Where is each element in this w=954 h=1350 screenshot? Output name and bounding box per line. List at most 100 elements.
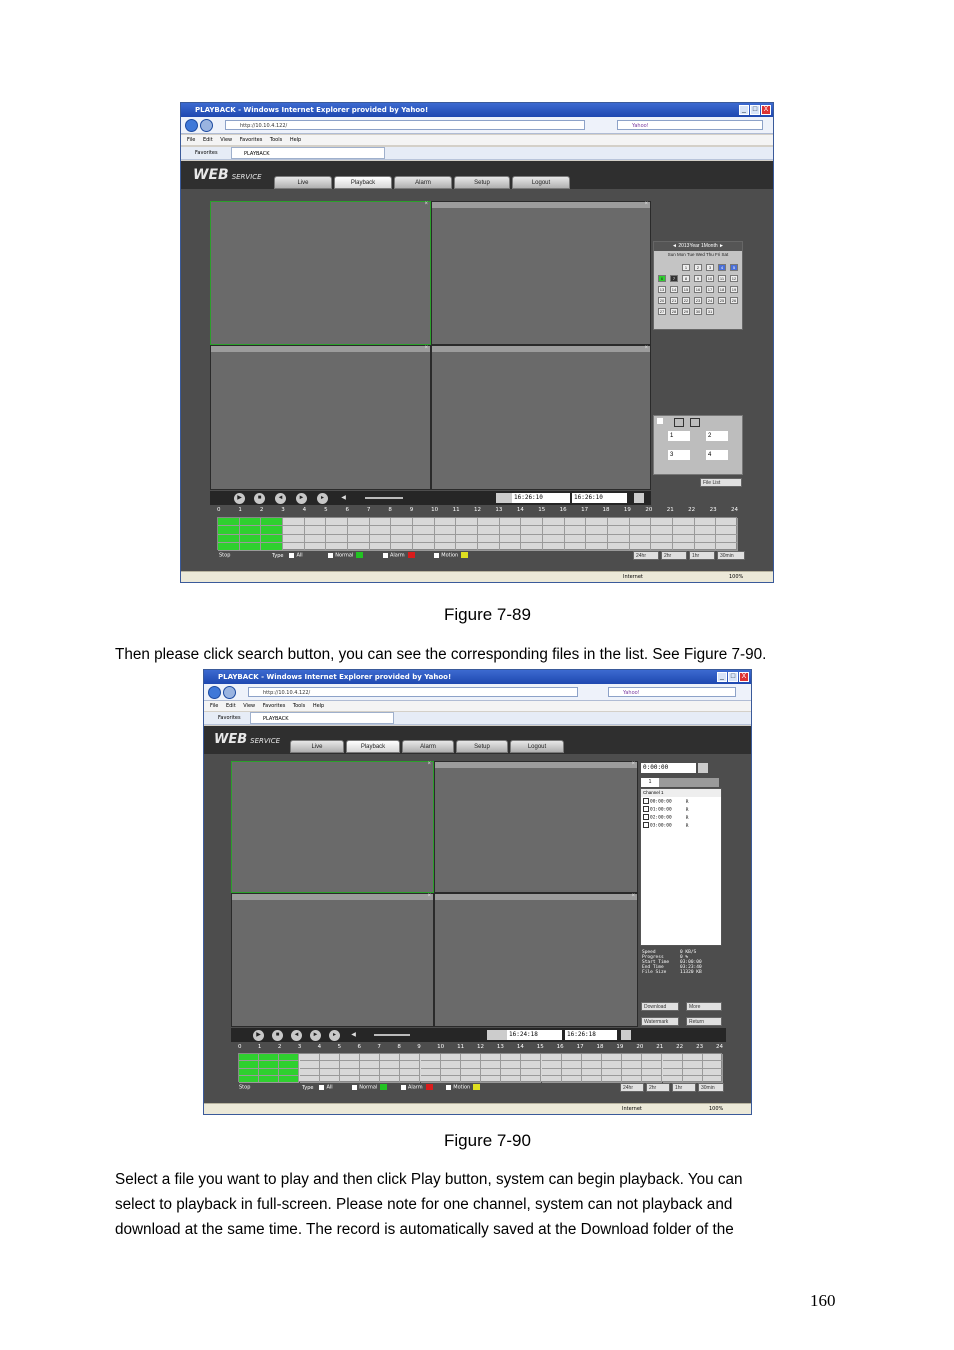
timeline-cell[interactable] [499, 542, 522, 551]
timeline-cell[interactable] [360, 1068, 381, 1076]
timeline-cell[interactable] [259, 1061, 280, 1069]
timeline-cell[interactable] [279, 1061, 300, 1069]
timeline-cell[interactable] [380, 1061, 401, 1069]
timeline-cell[interactable] [662, 1054, 683, 1062]
video-pane-1[interactable]: × [210, 201, 431, 345]
timeline-cell[interactable] [682, 1068, 703, 1076]
timeline-cell[interactable] [521, 518, 543, 527]
calendar-day[interactable]: 21 [670, 297, 678, 304]
timeline-cell[interactable] [239, 542, 262, 551]
timeline-cell[interactable] [413, 526, 435, 535]
end-time-input[interactable]: 16:26:18 [565, 1030, 617, 1040]
timeline-cell[interactable] [561, 1054, 582, 1062]
timeline-cell[interactable] [501, 1068, 522, 1076]
timeline-cell[interactable] [694, 526, 717, 535]
timeline-cell[interactable] [543, 526, 565, 535]
calendar-day[interactable]: 26 [730, 297, 738, 304]
timeline-cell[interactable] [651, 526, 673, 535]
calendar-day[interactable]: 28 [670, 308, 678, 315]
save-icon[interactable] [634, 493, 644, 503]
menu-item[interactable]: Favorites [240, 137, 263, 143]
menu-item[interactable]: View [243, 703, 255, 709]
timeline-cell[interactable] [608, 518, 630, 527]
timeline-cell[interactable] [456, 534, 478, 543]
video-pane-2[interactable]: × [431, 201, 651, 345]
timeline-cell[interactable] [413, 518, 435, 527]
timeline-cell[interactable] [413, 534, 435, 543]
calendar-day[interactable]: 13 [658, 286, 666, 293]
timeline-cell[interactable] [413, 542, 435, 551]
maximize-icon[interactable]: □ [728, 672, 738, 682]
timeline-cell[interactable] [682, 1054, 703, 1062]
file-list-button[interactable]: File List [700, 478, 742, 487]
menu-item[interactable]: Edit [203, 137, 213, 143]
slow-icon[interactable]: ◄ [291, 1030, 302, 1041]
timeline-cell[interactable] [460, 1075, 481, 1083]
timeline-cell[interactable] [369, 526, 392, 535]
timeline-cell[interactable] [279, 1068, 300, 1076]
next-frame-icon[interactable]: ▸ [317, 493, 328, 504]
timeline-cell[interactable] [541, 1075, 562, 1083]
timeline-cell[interactable] [261, 518, 283, 527]
timeline-cell[interactable] [391, 518, 413, 527]
channel-select-1[interactable]: 1 [668, 431, 690, 441]
timeline-cell[interactable] [380, 1068, 401, 1076]
calendar-day[interactable]: 15 [682, 286, 690, 293]
video-pane-4[interactable]: × [434, 893, 638, 1027]
url-input[interactable]: http://10.10.4.122/ [225, 120, 585, 130]
timeline-cell[interactable] [651, 542, 673, 551]
timeline-cell[interactable] [662, 1068, 683, 1076]
timeline-cell[interactable] [456, 518, 478, 527]
timeline-cell[interactable] [348, 534, 370, 543]
timeline-cell[interactable] [339, 1054, 360, 1062]
timeline-cell[interactable] [440, 1068, 461, 1076]
timeline-cell[interactable] [420, 1061, 441, 1069]
timeline-cell[interactable] [239, 1061, 260, 1069]
timeline-cell[interactable] [662, 1075, 683, 1083]
tab-setup[interactable]: Setup [456, 740, 508, 753]
tab-playback[interactable]: Playback [334, 176, 392, 189]
volume-slider[interactable] [365, 497, 403, 499]
timeline-cell[interactable] [622, 1068, 643, 1076]
start-time-input[interactable]: 16:24:18 [507, 1030, 562, 1040]
calendar-day[interactable]: 16 [694, 286, 702, 293]
close-icon[interactable]: × [631, 761, 635, 767]
timeline-cell[interactable] [673, 534, 695, 543]
play-icon[interactable]: ▶ [234, 493, 245, 504]
timeline-cell[interactable] [460, 1068, 481, 1076]
timeline-cell[interactable] [326, 526, 348, 535]
timeline-cell[interactable] [304, 534, 327, 543]
calendar-day[interactable]: 31 [706, 308, 714, 315]
calendar-day[interactable]: 24 [706, 297, 714, 304]
tab-logout[interactable]: Logout [512, 176, 570, 189]
timeline-cell[interactable] [702, 1061, 723, 1069]
motion-checkbox[interactable] [446, 1084, 452, 1090]
calendar-day[interactable]: 20 [658, 297, 666, 304]
zoom-24hr-button[interactable]: 24hr [620, 1083, 644, 1092]
timeline-cell[interactable] [420, 1075, 441, 1083]
timeline-cell[interactable] [299, 1054, 320, 1062]
close-icon[interactable]: × [631, 893, 635, 899]
tab-alarm[interactable]: Alarm [394, 176, 452, 189]
timeline-cell[interactable] [629, 542, 652, 551]
timeline-cell[interactable] [602, 1075, 623, 1083]
timeline-cell[interactable] [673, 542, 695, 551]
timeline-cell[interactable] [521, 1061, 542, 1069]
calendar-day[interactable]: 8 [682, 275, 690, 282]
timeline-cell[interactable] [521, 534, 543, 543]
timeline-cell[interactable] [400, 1068, 421, 1076]
timeline-cell[interactable] [218, 518, 240, 527]
timeline-cell[interactable] [218, 526, 240, 535]
forward-icon[interactable] [223, 686, 236, 699]
timeline-cell[interactable] [283, 542, 305, 551]
timeline-cell[interactable] [380, 1075, 401, 1083]
timeline-cell[interactable] [622, 1061, 643, 1069]
next-frame-icon[interactable]: ▸ [329, 1030, 340, 1041]
timeline-cell[interactable] [478, 518, 500, 527]
timeline-cell[interactable] [608, 534, 630, 543]
video-pane-3[interactable]: × [210, 345, 431, 490]
timeline-cell[interactable] [460, 1061, 481, 1069]
timeline-cell[interactable] [673, 526, 695, 535]
end-time-input[interactable]: 16:26:10 [572, 493, 627, 503]
timeline-cell[interactable] [651, 534, 673, 543]
